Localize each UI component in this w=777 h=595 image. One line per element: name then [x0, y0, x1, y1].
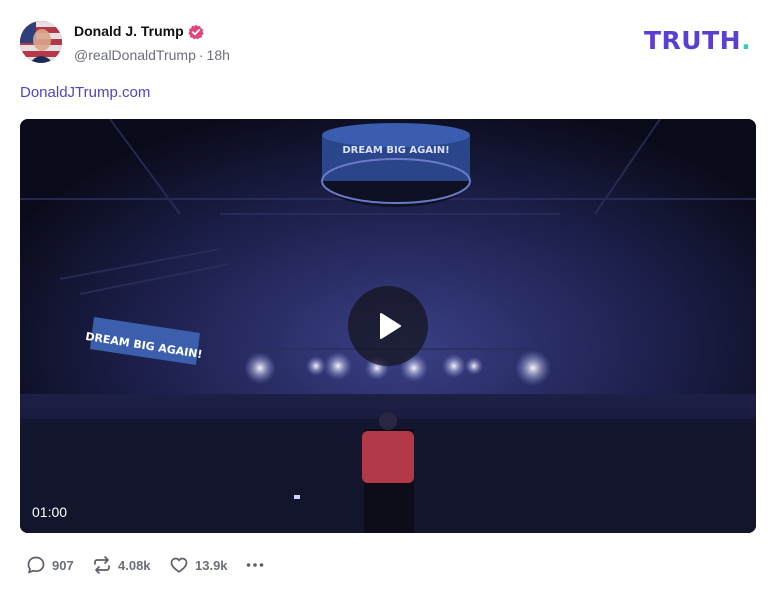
jumbotron-sign: DREAM BIG AGAIN!: [342, 145, 449, 156]
jumbotron: DREAM BIG AGAIN!: [321, 123, 471, 207]
like-count: 13.9k: [195, 557, 228, 573]
reply-button[interactable]: 907: [26, 554, 74, 576]
reply-icon: [27, 556, 45, 574]
post-time[interactable]: 18h: [207, 47, 230, 63]
meta-separator: ·: [198, 47, 204, 63]
truth-post: Donald J. Trump @realDonaldTrump · 18h TRU…: [0, 0, 777, 595]
author-name[interactable]: Donald J. Trump: [74, 23, 184, 39]
logo-text: TRUTH: [644, 26, 742, 55]
logo-dot: .: [741, 26, 752, 55]
like-button[interactable]: 13.9k: [169, 554, 228, 576]
speaker-figure: [362, 412, 414, 533]
retruth-count: 4.08k: [118, 557, 151, 573]
verified-badge-icon: [188, 24, 204, 40]
truth-logo[interactable]: TRUTH.: [644, 28, 751, 53]
video-player[interactable]: DREAM BIG AGAIN! DREAM BIG AGAIN! 01:00: [20, 119, 756, 533]
heart-icon: [170, 557, 188, 573]
video-duration: 01:00: [32, 504, 68, 520]
reply-count: 907: [52, 557, 74, 573]
more-options-button[interactable]: [245, 554, 265, 576]
author-meta: @realDonaldTrump · 18h: [74, 47, 230, 63]
more-icon: [246, 563, 264, 567]
play-icon: [380, 313, 401, 339]
post-link[interactable]: DonaldJTrump.com: [20, 84, 150, 101]
retruth-icon: [94, 556, 110, 574]
play-button[interactable]: [348, 286, 428, 366]
avatar[interactable]: [20, 21, 62, 63]
author-handle[interactable]: @realDonaldTrump: [74, 47, 196, 63]
retruth-button[interactable]: 4.08k: [92, 554, 151, 576]
